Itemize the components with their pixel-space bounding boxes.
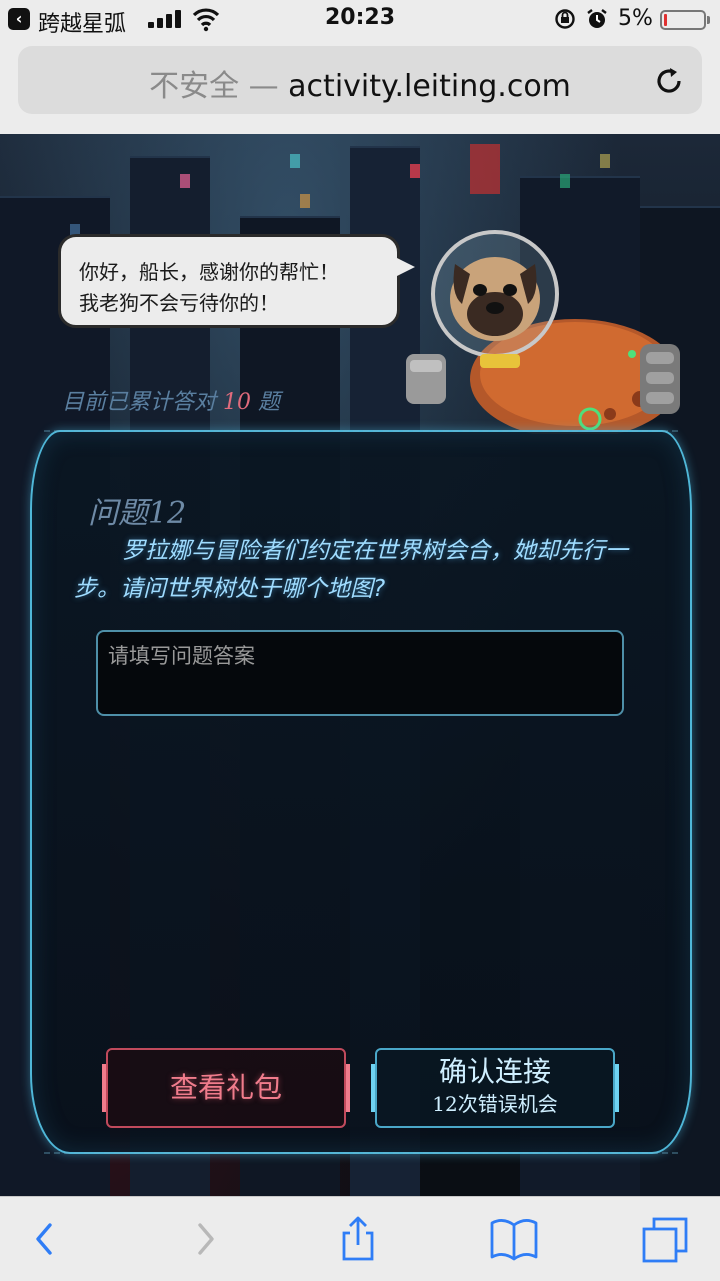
answer-input[interactable] (96, 630, 624, 716)
status-bar: ‹ 跨越星弧 20:23 5% (0, 0, 720, 40)
address-text[interactable]: 不安全 — activity.leiting.com (18, 61, 702, 105)
alarm-icon (587, 9, 607, 28)
view-gift-button[interactable]: 查看礼包 (102, 1048, 350, 1128)
battery-fill (664, 14, 667, 26)
reload-icon[interactable] (652, 64, 686, 98)
insecure-label: 不安全 — (149, 69, 279, 104)
pug-astronaut-character (406, 230, 680, 434)
battery-percent: 5% (618, 6, 653, 31)
back-arrow-icon[interactable] (24, 1215, 68, 1263)
bookmarks-icon[interactable] (488, 1215, 540, 1263)
speech-bubble: 你好，船长，感谢你的帮忙！ 我老狗不会亏待你的！ (58, 234, 415, 328)
address-bar[interactable]: 不安全 — activity.leiting.com (18, 46, 702, 114)
remaining-attempts-label: 12次错误机会 (432, 1092, 558, 1116)
battery-icon (660, 10, 710, 30)
tabs-icon[interactable] (640, 1215, 690, 1263)
progress-suffix: 题 (258, 390, 281, 415)
progress-prefix: 目前已累计答对 (62, 390, 217, 415)
browser-header: 不安全 — activity.leiting.com (0, 40, 720, 134)
speech-line-1: 你好，船长，感谢你的帮忙！ (79, 260, 339, 284)
share-icon[interactable] (336, 1215, 380, 1263)
url-domain: activity.leiting.com (288, 69, 571, 104)
panel-top-divider (44, 430, 678, 432)
speech-line-2: 我老狗不会亏待你的！ (79, 291, 279, 315)
question-text: 罗拉娜与冒险者们约定在世界树会合，她却先行一步。请问世界树处于哪个地图? (74, 538, 628, 602)
browser-toolbar (0, 1196, 720, 1281)
question-title: 问题12 (88, 496, 187, 531)
forward-arrow-icon[interactable] (182, 1215, 226, 1263)
panel-bottom-divider (44, 1152, 678, 1154)
clock: 20:23 (324, 5, 396, 30)
orientation-lock-icon (555, 9, 575, 29)
progress-count: 10 (223, 390, 252, 415)
confirm-label: 确认连接 (438, 1055, 551, 1088)
correct-answer-progress: 目前已累计答对 10 题 (62, 384, 280, 416)
confirm-connect-button[interactable]: 确认连接 12次错误机会 (371, 1048, 619, 1128)
